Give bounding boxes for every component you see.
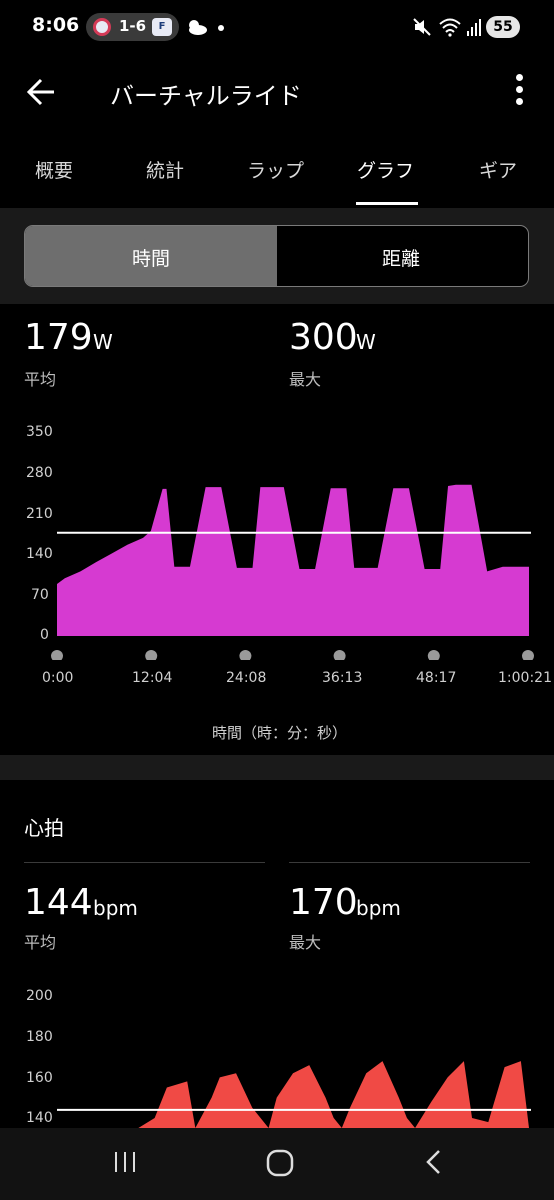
overflow-menu-icon[interactable]: [506, 72, 534, 108]
hr-avg-unit: bpm: [93, 896, 138, 920]
x-tick-label: 48:17: [416, 670, 457, 686]
divider: [289, 862, 530, 863]
signal-icon: [467, 19, 481, 36]
x-tick-dot: [239, 650, 252, 660]
x-tick-dot: [427, 650, 440, 660]
hr-max-value: 170: [289, 882, 358, 923]
notification-dot-icon: [218, 25, 224, 31]
power-avg-unit: W: [93, 330, 113, 354]
page-title: バーチャルライド: [110, 82, 302, 110]
back-arrow-icon[interactable]: [24, 74, 60, 110]
hr-avg-label: 平均: [24, 933, 57, 952]
power-max-value: 300: [289, 317, 358, 358]
team-logo-icon: F: [152, 18, 172, 36]
x-axis-title: 時間（時：分：秒）: [212, 724, 348, 742]
mute-icon: [413, 18, 431, 36]
x-tick-label: 1:00:21: [498, 670, 552, 686]
system-nav-bar: [0, 1128, 554, 1200]
hr-max-label: 最大: [289, 933, 322, 952]
x-tick-dot: [522, 650, 534, 660]
tab-indicator: [356, 202, 418, 205]
data-area: [57, 484, 529, 636]
segment-time-label[interactable]: 時間: [132, 244, 170, 271]
segment-distance-label[interactable]: 距離: [382, 244, 420, 271]
power-chart: [51, 484, 534, 660]
x-tick-label: 0:00: [42, 670, 74, 686]
heart-rate-title: 心拍: [24, 816, 64, 840]
recent-apps-icon[interactable]: [112, 1148, 138, 1176]
data-area: [57, 1061, 529, 1128]
x-tick-label: 12:04: [132, 670, 173, 686]
tab-overview[interactable]: 概要: [35, 156, 73, 183]
tab-stats[interactable]: 統計: [146, 156, 184, 183]
x-tick-dot: [333, 650, 346, 660]
hr-max-unit: bpm: [356, 896, 401, 920]
home-icon[interactable]: [265, 1148, 295, 1178]
status-time: 8:06: [32, 14, 80, 36]
status-bar: 8:06 1-6 F 55: [0, 0, 554, 56]
tab-graph[interactable]: グラフ: [357, 156, 414, 183]
power-max-unit: W: [356, 330, 376, 354]
x-tick-label: 24:08: [226, 670, 267, 686]
time-distance-toggle: 時間 距離: [24, 225, 529, 287]
x-tick-dot: [51, 650, 63, 660]
battery-badge: 55: [486, 16, 520, 38]
power-avg-label: 平均: [24, 370, 57, 389]
x-tick-dot: [145, 650, 158, 660]
power-avg-value: 179: [24, 317, 93, 358]
score-text: 1-6: [119, 17, 147, 35]
app-bar: バーチャルライド: [0, 56, 554, 126]
tab-gear[interactable]: ギア: [479, 156, 517, 183]
x-tick-label: 36:13: [322, 670, 363, 686]
tab-bar: 概要 統計 ラップ グラフ ギア: [0, 140, 554, 208]
heart-rate-chart: [57, 1061, 531, 1128]
score-notification: 1-6 F: [86, 13, 179, 41]
tab-laps[interactable]: ラップ: [247, 156, 304, 183]
section-divider: [0, 755, 554, 780]
wifi-icon: [439, 18, 461, 37]
hr-avg-value: 144: [24, 882, 93, 923]
power-max-label: 最大: [289, 370, 322, 389]
team-logo-icon: [93, 18, 111, 36]
divider: [24, 862, 265, 863]
back-nav-icon[interactable]: [424, 1148, 444, 1176]
weather-cloud-icon: [189, 20, 207, 35]
